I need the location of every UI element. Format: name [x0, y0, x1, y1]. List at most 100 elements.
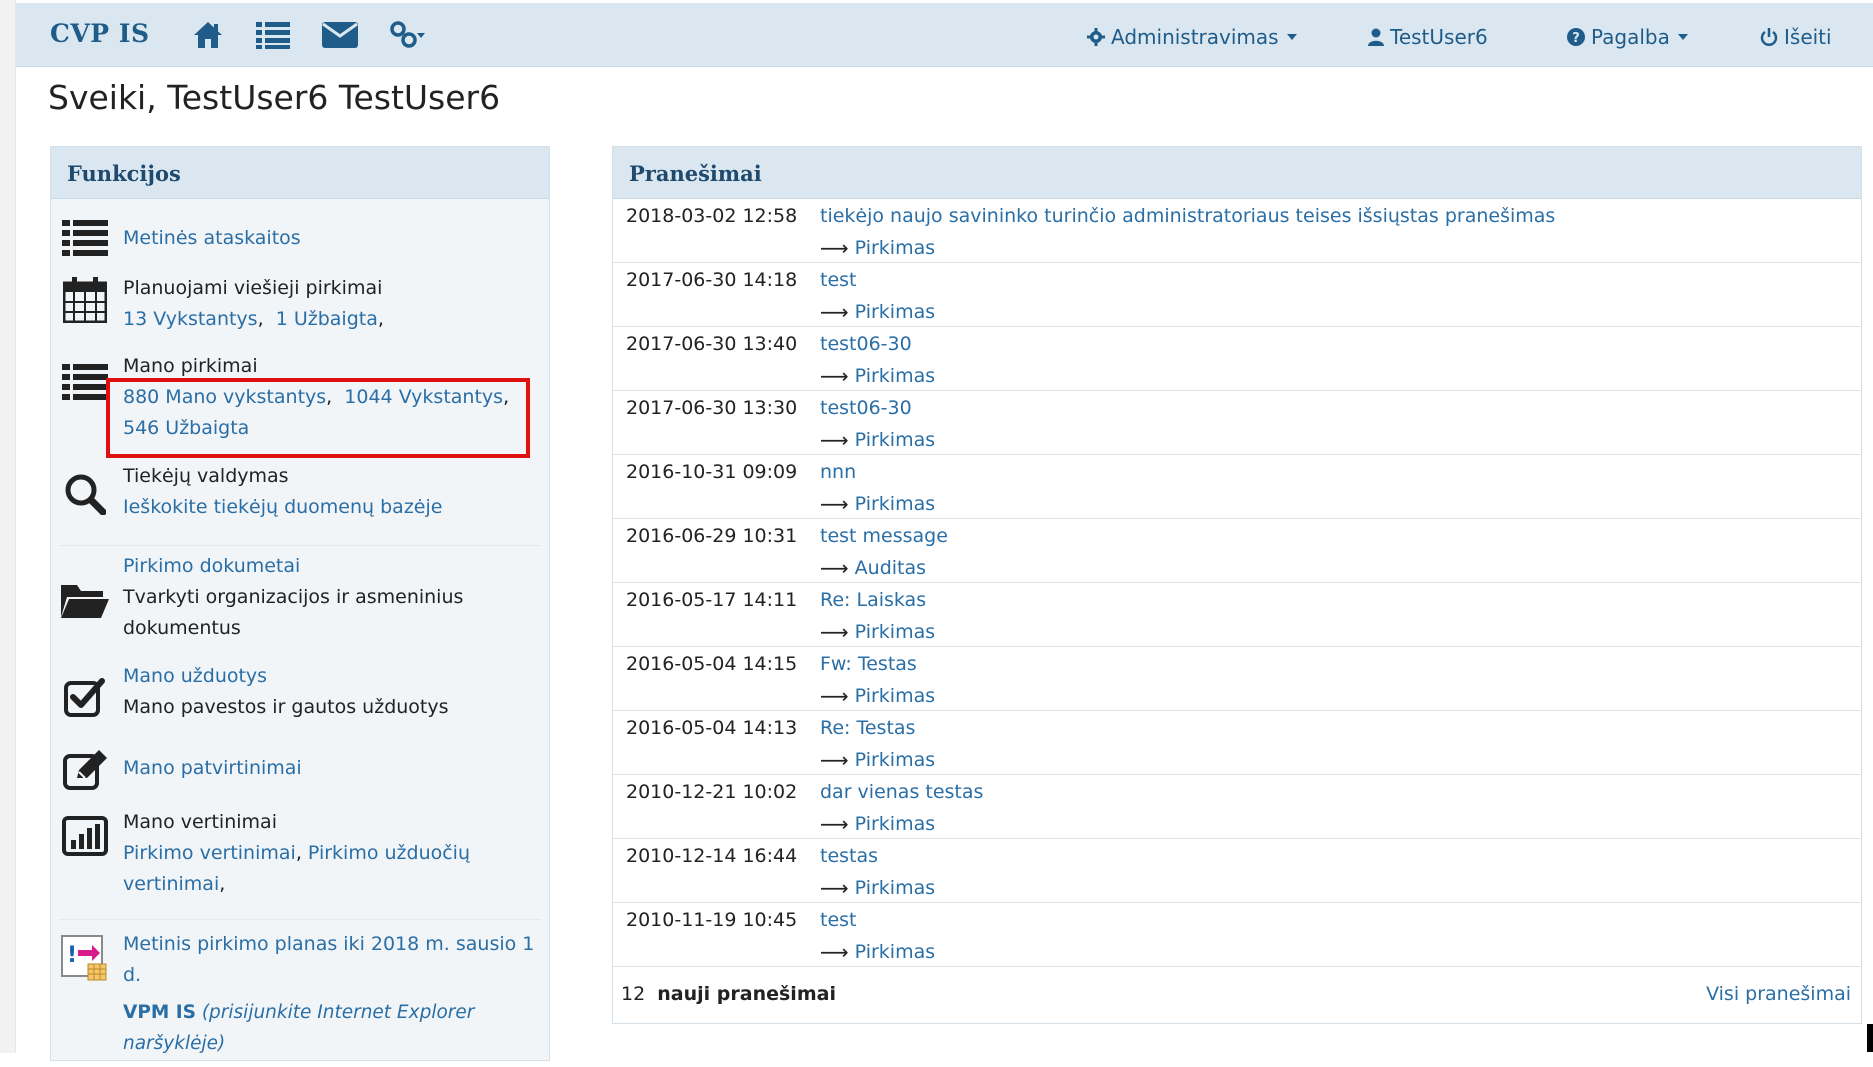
all-messages-link[interactable]: Visi pranešimai: [1706, 983, 1851, 1005]
function-my-evaluations: Mano vertinimai Pirkimo vertinimai, Pirk…: [51, 807, 549, 917]
my-approvals-link[interactable]: Mano patvirtinimai: [123, 757, 302, 779]
new-messages-count: 12 nauji pranešimai: [621, 983, 836, 1005]
planned-procurements-title: Planuojami viešieji pirkimai: [123, 277, 383, 299]
message-type-link[interactable]: Pirkimas: [855, 429, 935, 451]
power-icon: [1760, 28, 1778, 46]
calendar-icon: [59, 277, 111, 323]
message-row[interactable]: 2016-05-17 14:11 Re: Laiskas ⟶ Pirkimas: [613, 583, 1861, 647]
logout-label: Išeiti: [1784, 25, 1832, 49]
list-icon[interactable]: [253, 17, 293, 53]
help-menu-label: Pagalba: [1591, 25, 1670, 49]
annual-plan-link[interactable]: Metinis pirkimo planas iki 2018 m. sausi…: [123, 933, 534, 986]
purchase-evaluations-link[interactable]: Pirkimo vertinimai: [123, 842, 296, 864]
message-type-link[interactable]: Pirkimas: [855, 941, 935, 963]
help-menu[interactable]: ? Pagalba: [1567, 23, 1688, 51]
gear-icon: [1087, 28, 1105, 46]
message-subject-link[interactable]: test06-30: [820, 333, 912, 355]
planned-finished-link[interactable]: 1 Užbaigta: [276, 308, 378, 330]
documents-link[interactable]: Pirkimo dokumetai: [123, 555, 300, 577]
message-row[interactable]: 2018-03-02 12:58 tiekėjo naujo savininko…: [613, 199, 1861, 263]
message-date: 2018-03-02 12:58: [626, 205, 798, 227]
bar-chart-icon: [59, 813, 111, 859]
home-icon[interactable]: [188, 17, 228, 53]
message-type-link[interactable]: Auditas: [855, 557, 926, 579]
message-row[interactable]: 2017-06-30 13:30 test06-30 ⟶ Pirkimas: [613, 391, 1861, 455]
links-icon[interactable]: [382, 17, 432, 53]
brand-logo[interactable]: CVP IS: [50, 19, 150, 48]
message-date: 2017-06-30 13:40: [626, 333, 798, 355]
message-row[interactable]: 2010-11-19 10:45 test ⟶ Pirkimas: [613, 903, 1861, 967]
supplier-search-link[interactable]: Ieškokite tiekėjų duomenų bazėje: [123, 496, 442, 518]
messages-footer: 12 nauji pranešimai Visi pranešimai: [613, 969, 1861, 1019]
top-navbar: CVP IS Administravimas TestUser6 ? Pagal…: [16, 3, 1873, 67]
message-subject-link[interactable]: tiekėjo naujo savininko turinčio adminis…: [820, 205, 1555, 227]
functions-panel: Funkcijos Metinės ataskaitos Planuojami …: [50, 146, 550, 1061]
vpm-link[interactable]: VPM IS: [123, 1002, 196, 1023]
message-type-link[interactable]: Pirkimas: [855, 493, 935, 515]
logout-button[interactable]: Išeiti: [1760, 23, 1832, 51]
arrow-right-icon: ⟶: [820, 492, 849, 516]
message-type-link[interactable]: Pirkimas: [855, 365, 935, 387]
message-subject-link[interactable]: Fw: Testas: [820, 653, 917, 675]
message-date: 2016-05-04 14:15: [626, 653, 798, 675]
message-date: 2010-11-19 10:45: [626, 909, 798, 931]
list-icon: [59, 215, 111, 261]
message-type-link[interactable]: Pirkimas: [855, 621, 935, 643]
arrow-right-icon: ⟶: [820, 236, 849, 260]
message-subject-link[interactable]: Re: Laiskas: [820, 589, 926, 611]
arrow-right-icon: ⟶: [820, 428, 849, 452]
arrow-right-icon: ⟶: [820, 556, 849, 580]
chevron-down-icon: [1677, 34, 1688, 40]
messages-panel: Pranešimai 2018-03-02 12:58 tiekėjo nauj…: [612, 146, 1862, 1024]
message-row[interactable]: 2016-05-04 14:13 Re: Testas ⟶ Pirkimas: [613, 711, 1861, 775]
svg-text:!: !: [67, 943, 77, 968]
message-type-link[interactable]: Pirkimas: [855, 237, 935, 259]
message-type-link[interactable]: Pirkimas: [855, 749, 935, 771]
message-row[interactable]: 2017-06-30 13:40 test06-30 ⟶ Pirkimas: [613, 327, 1861, 391]
annual-reports-link[interactable]: Metinės ataskaitos: [123, 227, 301, 249]
message-type-link[interactable]: Pirkimas: [855, 301, 935, 323]
message-date: 2016-10-31 09:09: [626, 461, 798, 483]
messages-panel-title: Pranešimai: [613, 147, 1861, 199]
documents-description: Tvarkyti organizacijos ir asmeninius dok…: [123, 586, 464, 639]
envelope-icon[interactable]: [318, 17, 362, 53]
admin-menu-label: Administravimas: [1111, 25, 1279, 49]
arrow-right-icon: ⟶: [820, 364, 849, 388]
message-subject-link[interactable]: test message: [820, 525, 948, 547]
function-my-approvals: Mano patvirtinimai: [51, 741, 549, 805]
corner-mark: [1867, 1024, 1873, 1052]
message-subject-link[interactable]: nnn: [820, 461, 856, 483]
svg-text:?: ?: [1572, 31, 1580, 46]
message-subject-link[interactable]: testas: [820, 845, 878, 867]
message-row[interactable]: 2016-06-29 10:31 test message ⟶ Auditas: [613, 519, 1861, 583]
message-date: 2017-06-30 13:30: [626, 397, 798, 419]
arrow-right-icon: ⟶: [820, 620, 849, 644]
admin-menu[interactable]: Administravimas: [1087, 23, 1297, 51]
function-supplier-management: Tiekėjų valdymas Ieškokite tiekėjų duome…: [51, 461, 549, 541]
message-subject-link[interactable]: test: [820, 269, 857, 291]
divider: [59, 545, 541, 546]
message-subject-link[interactable]: Re: Testas: [820, 717, 915, 739]
message-row[interactable]: 2016-05-04 14:15 Fw: Testas ⟶ Pirkimas: [613, 647, 1861, 711]
message-date: 2010-12-14 16:44: [626, 845, 798, 867]
message-row[interactable]: 2010-12-14 16:44 testas ⟶ Pirkimas: [613, 839, 1861, 903]
message-date: 2016-05-04 14:13: [626, 717, 798, 739]
arrow-right-icon: ⟶: [820, 684, 849, 708]
arrow-right-icon: ⟶: [820, 876, 849, 900]
message-subject-link[interactable]: dar vienas testas: [820, 781, 983, 803]
user-menu[interactable]: TestUser6: [1368, 23, 1488, 51]
message-subject-link[interactable]: test: [820, 909, 857, 931]
message-subject-link[interactable]: test06-30: [820, 397, 912, 419]
message-type-link[interactable]: Pirkimas: [855, 685, 935, 707]
message-row[interactable]: 2016-10-31 09:09 nnn ⟶ Pirkimas: [613, 455, 1861, 519]
message-type-link[interactable]: Pirkimas: [855, 877, 935, 899]
folder-open-icon: [59, 577, 111, 623]
my-evaluations-title: Mano vertinimai: [123, 811, 277, 833]
planned-ongoing-link[interactable]: 13 Vykstantys: [123, 308, 258, 330]
my-tasks-description: Mano pavestos ir gautos užduotys: [123, 696, 449, 718]
function-annual-reports: Metinės ataskaitos: [51, 207, 549, 271]
message-row[interactable]: 2010-12-21 10:02 dar vienas testas ⟶ Pirk…: [613, 775, 1861, 839]
my-tasks-link[interactable]: Mano užduotys: [123, 665, 267, 687]
message-row[interactable]: 2017-06-30 14:18 test ⟶ Pirkimas: [613, 263, 1861, 327]
message-type-link[interactable]: Pirkimas: [855, 813, 935, 835]
